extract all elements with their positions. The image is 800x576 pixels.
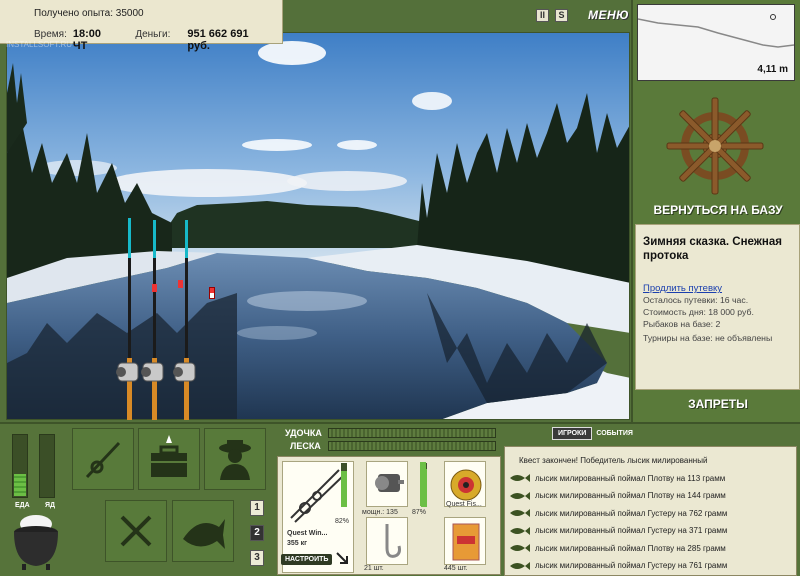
menu-button[interactable]: МЕНЮ (588, 8, 629, 22)
hook-slot[interactable] (366, 517, 408, 565)
poison-label: ЯД (45, 502, 56, 509)
page-3-button[interactable]: 3 (250, 550, 264, 566)
fish-icon (509, 543, 535, 553)
fisherman-icon (219, 440, 251, 480)
watermark: INSTALLSOFT.RU (6, 40, 73, 49)
exp-value: 35000 (115, 8, 144, 19)
cauldron-icon[interactable] (10, 512, 62, 572)
fishing-rod-icon (85, 441, 121, 479)
depth-value: 4,11 m (757, 64, 788, 75)
speed-button[interactable]: S (555, 8, 568, 22)
event-text: лысик милированный поймал Густеру на 761… (535, 561, 728, 571)
food-meter (12, 434, 28, 498)
time-label: Время: (34, 29, 67, 40)
location-title: Зимняя сказка. Снежная протока (643, 236, 782, 262)
day-cost: Стоимость дня: 18 000 руб. (643, 307, 754, 317)
money-label: Деньги: (135, 29, 171, 40)
events-tabs: ИГРОКИ СОБЫТИЯ (552, 427, 633, 440)
event-text: лысик милированный поймал Густеру на 762… (535, 508, 728, 518)
rod-tile[interactable] (72, 428, 134, 490)
extend-pass-link[interactable]: Продлить путевку (643, 283, 793, 294)
fish-tile[interactable] (172, 500, 234, 562)
event-item: лысик милированный поймал Плотву на 113 … (509, 470, 796, 488)
bait-slot[interactable] (444, 517, 486, 565)
fish-icon (183, 519, 225, 549)
event-item: лысик милированный поймал Плотву на 144 … (509, 487, 796, 505)
rod-image (290, 469, 344, 523)
events-log[interactable]: Квест закончен! Победитель лысик милиров… (504, 446, 797, 576)
tackle-box-tile[interactable] (138, 428, 200, 490)
top-controls: II S МЕНЮ (536, 5, 629, 25)
bait-pack-icon (452, 523, 480, 561)
reel-slot[interactable] (366, 461, 408, 507)
rod-percent: 82% (335, 518, 350, 525)
depth-sounder[interactable]: 4,11 m (637, 4, 795, 81)
rod-durability-bar (341, 463, 347, 507)
reel-power: мощн.: 135 (362, 509, 398, 516)
tackle-box-icon (151, 435, 187, 477)
fishing-rods[interactable] (105, 218, 205, 423)
fish-icon (509, 473, 535, 483)
event-item: лысик милированный поймал Густеру на 762… (509, 505, 796, 523)
line-spool-icon (450, 469, 482, 501)
exp-label: Получено опыта: (34, 8, 113, 19)
event-item: лысик милированный поймал Густеру на 761… (509, 557, 796, 575)
food-label: ЕДА (15, 502, 30, 509)
fish-icon (509, 561, 535, 571)
anglers-at-base: Рыбаков на базе: 2 (643, 319, 721, 329)
event-text: Квест закончен! Победитель лысик милиров… (519, 456, 708, 466)
experience-line: Получено опыта: 35000 (34, 8, 270, 19)
rod-label: УДОЧКА (285, 428, 322, 438)
event-text: лысик милированный поймал Плотву на 285 … (535, 543, 726, 553)
tab-players[interactable]: ИГРОКИ (552, 427, 593, 440)
line-name: Quest Fis... (446, 501, 482, 508)
event-text: лысик милированный поймал Плотву на 144 … (535, 491, 726, 501)
line-label: ЛЕСКА (290, 441, 321, 451)
fork-knife-icon (120, 515, 152, 547)
event-item: лысик милированный поймал Густеру на 371… (509, 522, 796, 540)
poison-meter (39, 434, 55, 498)
tune-button[interactable]: НАСТРОИТЬ (281, 554, 333, 565)
line-tension-bar (328, 441, 496, 451)
rod-1 (116, 218, 139, 420)
arrow-icon[interactable] (336, 552, 348, 564)
event-item: лысик милированный поймал Плотву на 285 … (509, 540, 796, 558)
fishing-scene[interactable] (6, 32, 630, 420)
line-durability-bar (420, 462, 426, 506)
time-value: 18:00 ЧТ (72, 28, 102, 52)
hook-count: 21 шт. (364, 565, 384, 572)
fish-icon (509, 526, 535, 536)
pass-remaining: Осталось путевки: 16 час. (643, 295, 749, 305)
fish-icon (509, 508, 535, 518)
pause-button[interactable]: II (536, 8, 549, 22)
event-text: лысик милированный поймал Плотву на 113 … (535, 473, 726, 483)
rod-tension-bar (328, 428, 496, 438)
reel-icon (375, 474, 404, 492)
ship-wheel-icon[interactable] (660, 96, 770, 196)
bans-button[interactable]: ЗАПРЕТЫ (636, 397, 800, 411)
hook-icon (385, 524, 401, 558)
float[interactable] (209, 287, 215, 299)
rod-load: 355 кг (287, 540, 308, 547)
location-panel: Зимняя сказка. Снежная протока Продлить … (635, 224, 800, 390)
fish-icon (509, 491, 535, 501)
fisherman-tile[interactable] (204, 428, 266, 490)
rod-2 (141, 220, 164, 420)
page-2-button[interactable]: 2 (250, 525, 264, 541)
event-item: Квест закончен! Победитель лысик милиров… (509, 452, 796, 470)
food-tile[interactable] (105, 500, 167, 562)
event-text: лысик милированный поймал Густеру на 371… (535, 526, 728, 536)
return-to-base-button[interactable]: ВЕРНУТЬСЯ НА БАЗУ (636, 203, 800, 217)
rod-3 (173, 220, 196, 420)
tournaments-at-base: Турниры на базе: не объявлены (643, 333, 773, 343)
player-info-panel: Получено опыта: 35000 Время: 18:00 ЧТ Де… (0, 0, 283, 52)
tab-events[interactable]: СОБЫТИЯ (596, 430, 633, 437)
rod-name: Quest Win... (287, 530, 328, 537)
money-value: 951 662 691 руб. (187, 28, 249, 52)
reel-percent: 87% (412, 509, 427, 516)
bait-count: 445 шт. (444, 565, 468, 572)
page-1-button[interactable]: 1 (250, 500, 264, 516)
